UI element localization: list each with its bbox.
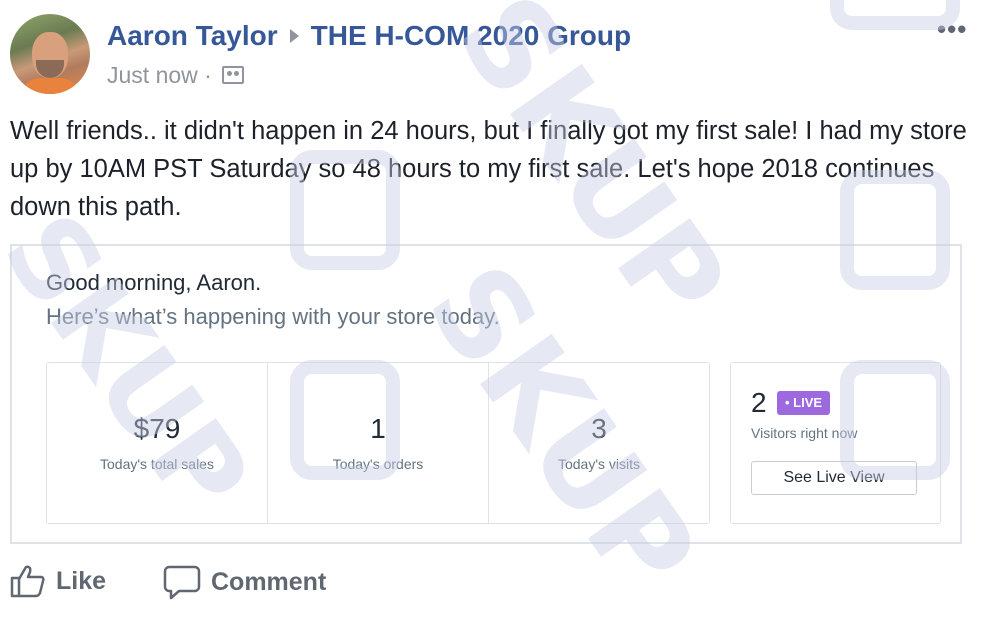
group-audience-icon[interactable] bbox=[222, 65, 245, 84]
stat-value: 3 bbox=[591, 413, 607, 444]
live-badge: • LIVE bbox=[777, 391, 831, 415]
live-visitor-count: 2 bbox=[751, 387, 767, 418]
stat-label: Today's total sales bbox=[100, 456, 214, 472]
author-avatar[interactable] bbox=[10, 14, 90, 94]
stat-total-sales: $79 Today's total sales bbox=[47, 363, 268, 523]
comment-button[interactable]: Comment bbox=[163, 564, 326, 600]
post-header: Aaron Taylor THE H-COM 2020 Group bbox=[107, 20, 631, 52]
stat-label: Today's orders bbox=[332, 456, 424, 472]
like-label: Like bbox=[56, 566, 107, 595]
stat-visits: 3 Today's visits bbox=[489, 363, 709, 523]
stat-orders: 1 Today's orders bbox=[268, 363, 489, 523]
author-name[interactable]: Aaron Taylor bbox=[107, 20, 278, 51]
timestamp[interactable]: Just now bbox=[107, 62, 198, 88]
attached-image[interactable]: Good morning, Aaron. Here’s what’s happe… bbox=[10, 244, 962, 544]
dashboard-greeting: Good morning, Aaron. bbox=[46, 270, 262, 295]
stat-value: 1 bbox=[370, 413, 386, 444]
meta-separator: · bbox=[204, 62, 212, 88]
like-button[interactable]: Like bbox=[10, 564, 106, 598]
thumbs-up-icon bbox=[10, 565, 45, 598]
comment-icon bbox=[163, 565, 201, 600]
stat-label: Today's visits bbox=[557, 456, 641, 472]
stats-card: $79 Today's total sales 1 Today's orders… bbox=[46, 362, 710, 524]
more-horizontal-icon[interactable]: ••• bbox=[937, 16, 967, 42]
post-meta: Just now · bbox=[107, 62, 245, 89]
dashboard-subtitle: Here’s what’s happening with your store … bbox=[46, 304, 500, 329]
stat-value: $79 bbox=[133, 413, 181, 444]
arrow-right-icon bbox=[289, 28, 299, 43]
live-visitors-label: Visitors right now bbox=[751, 425, 858, 441]
comment-label: Comment bbox=[211, 567, 327, 596]
post-text: Well friends.. it didn't happen in 24 ho… bbox=[10, 117, 967, 221]
live-visitors-card: 2 • LIVE Visitors right now See Live Vie… bbox=[730, 362, 941, 524]
group-name[interactable]: THE H-COM 2020 Group bbox=[311, 20, 631, 51]
see-live-view-button[interactable]: See Live View bbox=[751, 461, 917, 495]
